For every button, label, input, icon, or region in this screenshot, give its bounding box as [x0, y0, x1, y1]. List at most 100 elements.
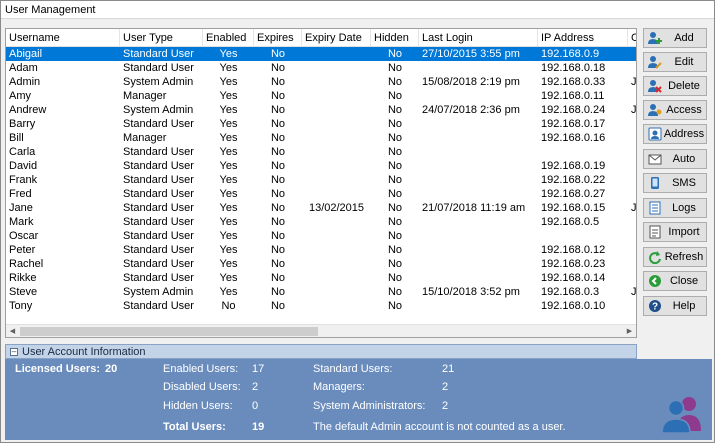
cell-ip-address: 192.168.0.16	[541, 132, 606, 144]
table-row[interactable]: Mark Standard User Yes No No 192.168.0.5	[6, 215, 636, 229]
table-row[interactable]: Steve System Admin Yes No No 15/10/2018 3:52 …	[6, 285, 636, 299]
cell-extra	[628, 243, 636, 257]
scroll-right-icon[interactable]: ▶	[623, 325, 636, 337]
table-body: Abigail Standard User Yes No No 27/10/2015 3:…	[6, 47, 637, 313]
collapse-icon[interactable]: –	[10, 348, 18, 356]
table-row[interactable]: Frank Standard User Yes No No 192.168.0.22	[6, 173, 636, 187]
cell-username: Adam	[9, 62, 38, 74]
table-row[interactable]: Abigail Standard User Yes No No 27/10/2015 3:…	[6, 47, 636, 61]
refresh-button[interactable]: Refresh	[643, 247, 707, 267]
cell-ip-address	[538, 229, 628, 243]
cell-enabled: Yes	[219, 174, 238, 186]
cell-username: Carla	[9, 146, 36, 158]
cell-username: David	[9, 160, 38, 172]
table-row[interactable]: Jane Standard User Yes No 13/02/2015 No 21/07/…	[6, 201, 636, 215]
auto-button[interactable]: Auto	[643, 149, 707, 169]
table-row[interactable]: Carla Standard User Yes No No	[6, 145, 636, 159]
cell-ip-address: 192.168.0.11	[541, 90, 605, 102]
sms-button[interactable]: SMS	[643, 173, 707, 193]
info-section-header[interactable]: – User Account Information	[5, 344, 637, 359]
cell-enabled: Yes	[219, 48, 238, 60]
cell-hidden: No	[387, 272, 403, 284]
table-row[interactable]: Fred Standard User Yes No No 192.168.0.27	[6, 187, 636, 201]
table-row[interactable]: Admin System Admin Yes No No 15/08/2018 2:19 …	[6, 75, 636, 89]
cell-enabled: Yes	[219, 258, 238, 270]
delete-button[interactable]: Delete	[643, 76, 707, 96]
add-button-label: Add	[674, 32, 694, 44]
cell-username: Bill	[9, 132, 24, 144]
cell-expires: No	[270, 132, 286, 144]
column-header-enabled[interactable]: Enabled	[203, 29, 254, 47]
delete-button-label: Delete	[668, 80, 700, 92]
cell-user-type: Standard User	[123, 300, 194, 312]
cell-expires: No	[270, 300, 286, 312]
cell-username: Rikke	[9, 272, 37, 284]
table-row[interactable]: Amy Manager Yes No No 192.168.0.11	[6, 89, 636, 103]
cell-enabled: Yes	[219, 160, 238, 172]
cell-extra	[628, 47, 636, 61]
cell-ip-address: 192.168.0.9	[541, 48, 600, 60]
column-header-ip-address[interactable]: IP Address	[538, 29, 628, 47]
logs-button[interactable]: Logs	[643, 198, 707, 218]
window-title: User Management	[5, 4, 96, 16]
table-row[interactable]: Bill Manager Yes No No 192.168.0.16	[6, 131, 636, 145]
edit-user-icon	[648, 55, 662, 69]
cell-user-type: System Admin	[123, 76, 194, 88]
table-row[interactable]: Peter Standard User Yes No No 192.168.0.12	[6, 243, 636, 257]
column-header-extra[interactable]: C	[628, 29, 636, 47]
phone-icon	[648, 176, 662, 190]
column-header-username[interactable]: Username	[6, 29, 120, 47]
info-section-title: User Account Information	[22, 346, 146, 358]
access-button[interactable]: Access	[643, 100, 707, 120]
cell-expires: No	[270, 104, 286, 116]
table-row[interactable]: Rikke Standard User Yes No No 192.168.0.14	[6, 271, 636, 285]
column-header-hidden[interactable]: Hidden	[371, 29, 419, 47]
edit-button[interactable]: Edit	[643, 52, 707, 72]
cell-enabled: Yes	[219, 62, 238, 74]
cell-last-login	[419, 229, 538, 243]
address-button[interactable]: Address	[643, 124, 707, 144]
cell-extra: JU	[631, 104, 637, 116]
cell-extra	[628, 145, 636, 159]
horizontal-scrollbar[interactable]: ◀ ▶	[6, 324, 636, 337]
column-header-last-login[interactable]: Last Login	[419, 29, 538, 47]
column-header-user-type[interactable]: User Type	[120, 29, 203, 47]
column-header-expiry-date[interactable]: Expiry Date	[302, 29, 371, 47]
cell-expiry-date	[302, 89, 371, 103]
cell-extra	[628, 117, 636, 131]
cell-enabled: Yes	[219, 230, 238, 242]
add-button[interactable]: Add	[643, 28, 707, 48]
table-row[interactable]: Barry Standard User Yes No No 192.168.0.17	[6, 117, 636, 131]
table-row[interactable]: Rachel Standard User Yes No No 192.168.0.23	[6, 257, 636, 271]
table-header: Username User Type Enabled Expires Expiry Da…	[6, 29, 636, 47]
cell-hidden: No	[387, 258, 403, 270]
table-row[interactable]: Oscar Standard User Yes No No	[6, 229, 636, 243]
table-row[interactable]: Adam Standard User Yes No No 192.168.0.18	[6, 61, 636, 75]
cell-username: Amy	[9, 90, 31, 102]
scroll-left-icon[interactable]: ◀	[6, 325, 19, 337]
cell-expiry-date	[302, 103, 371, 117]
scrollbar-thumb[interactable]	[20, 327, 318, 336]
help-button[interactable]: ? Help	[643, 296, 707, 316]
cell-extra	[628, 299, 636, 313]
cell-user-type: Standard User	[123, 160, 194, 172]
info-panel: Licensed Users: 20 Enabled Users: 17 Dis…	[5, 359, 712, 440]
import-button[interactable]: Import	[643, 222, 707, 242]
column-header-expires[interactable]: Expires	[254, 29, 302, 47]
cell-last-login	[419, 271, 538, 285]
sms-button-label: SMS	[672, 177, 696, 189]
table-row[interactable]: David Standard User Yes No No 192.168.0.19	[6, 159, 636, 173]
table-row[interactable]: Andrew System Admin Yes No No 24/07/2018 2:36…	[6, 103, 637, 117]
users-table[interactable]: Username User Type Enabled Expires Expiry Da…	[5, 28, 637, 338]
close-button[interactable]: Close	[643, 271, 707, 291]
cell-user-type: Standard User	[123, 244, 194, 256]
cell-last-login: 15/10/2018 3:52 pm	[422, 286, 520, 298]
auto-button-label: Auto	[672, 153, 696, 165]
close-button-label: Close	[669, 275, 699, 287]
cell-hidden: No	[387, 48, 403, 60]
cell-user-type: Standard User	[123, 216, 194, 228]
title-bar[interactable]: User Management	[1, 1, 714, 19]
cell-last-login	[419, 89, 538, 103]
table-row[interactable]: Tony Standard User No No No 192.168.0.10	[6, 299, 636, 313]
cell-ip-address: 192.168.0.33	[541, 76, 606, 88]
